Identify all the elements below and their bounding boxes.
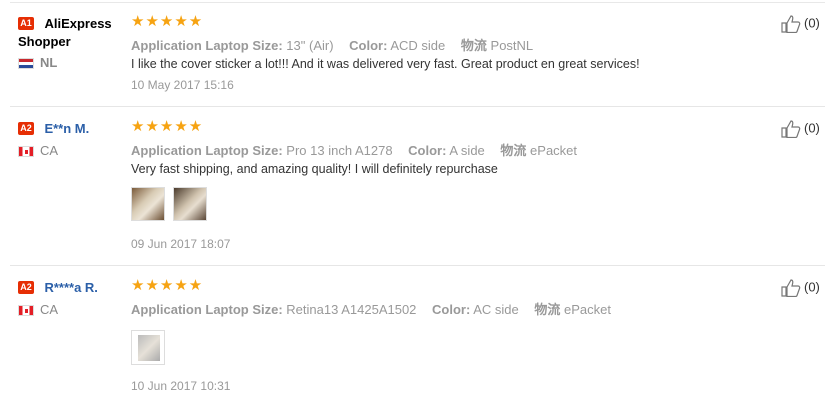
review-divider bbox=[10, 106, 825, 107]
buyer-level-badge: A2 bbox=[18, 122, 34, 136]
reviewer-name[interactable]: R****a R. bbox=[44, 280, 97, 295]
color-value: ACD side bbox=[390, 38, 446, 53]
reviewer-name[interactable]: E**n M. bbox=[44, 121, 89, 136]
shipping-value: ePacket bbox=[564, 302, 612, 317]
thumbs-up-icon bbox=[781, 15, 801, 34]
review-photo-thumbnail[interactable] bbox=[131, 187, 165, 221]
shipping-value: ePacket bbox=[530, 143, 578, 158]
laptop-size-value: Pro 13 inch A1278 bbox=[286, 143, 393, 158]
flag-nl-icon bbox=[18, 58, 34, 70]
review-text: Very fast shipping, and amazing quality!… bbox=[131, 162, 498, 176]
rating-stars: ★★★★★ bbox=[131, 13, 204, 30]
order-info: Application Laptop Size: 13" (Air) Color… bbox=[131, 38, 534, 53]
review-text: I like the cover sticker a lot!!! And it… bbox=[131, 57, 640, 71]
helpful-button[interactable]: (0) bbox=[781, 279, 820, 298]
thumbs-up-icon bbox=[781, 279, 801, 298]
review-date: 10 May 2017 15:16 bbox=[131, 78, 234, 92]
review-divider bbox=[10, 265, 825, 266]
thumbs-up-icon bbox=[781, 120, 801, 139]
color-value: A side bbox=[449, 143, 485, 158]
reviewer-info: A2 E**n M. bbox=[18, 120, 123, 138]
reviewer-country: NL bbox=[18, 55, 57, 70]
rating-stars: ★★★★★ bbox=[131, 277, 204, 294]
order-info: Application Laptop Size: Retina13 A1425A… bbox=[131, 302, 612, 317]
helpful-count: (0) bbox=[804, 120, 820, 136]
flag-ca-icon bbox=[18, 305, 34, 317]
laptop-size-value: Retina13 A1425A1502 bbox=[286, 302, 417, 317]
reviewer-country: CA bbox=[18, 302, 58, 317]
top-divider bbox=[10, 2, 825, 3]
reviewer-info: A2 R****a R. bbox=[18, 279, 123, 297]
review-photo-thumbnail[interactable] bbox=[131, 330, 165, 365]
laptop-size-value: 13" (Air) bbox=[286, 38, 334, 53]
flag-ca-icon bbox=[18, 146, 34, 158]
helpful-count: (0) bbox=[804, 279, 820, 295]
review-date: 09 Jun 2017 18:07 bbox=[131, 237, 231, 251]
buyer-level-badge: A1 bbox=[18, 17, 34, 31]
shipping-value: PostNL bbox=[490, 38, 534, 53]
reviewer-info: A1 AliExpress Shopper bbox=[18, 15, 123, 51]
review-date: 10 Jun 2017 10:31 bbox=[131, 379, 231, 393]
reviewer-country: CA bbox=[18, 143, 58, 158]
rating-stars: ★★★★★ bbox=[131, 118, 204, 135]
color-value: AC side bbox=[473, 302, 519, 317]
order-info: Application Laptop Size: Pro 13 inch A12… bbox=[131, 143, 578, 158]
review-photo-thumbnail[interactable] bbox=[173, 187, 207, 221]
helpful-button[interactable]: (0) bbox=[781, 120, 820, 139]
helpful-button[interactable]: (0) bbox=[781, 15, 820, 34]
helpful-count: (0) bbox=[804, 15, 820, 31]
buyer-level-badge: A2 bbox=[18, 281, 34, 295]
